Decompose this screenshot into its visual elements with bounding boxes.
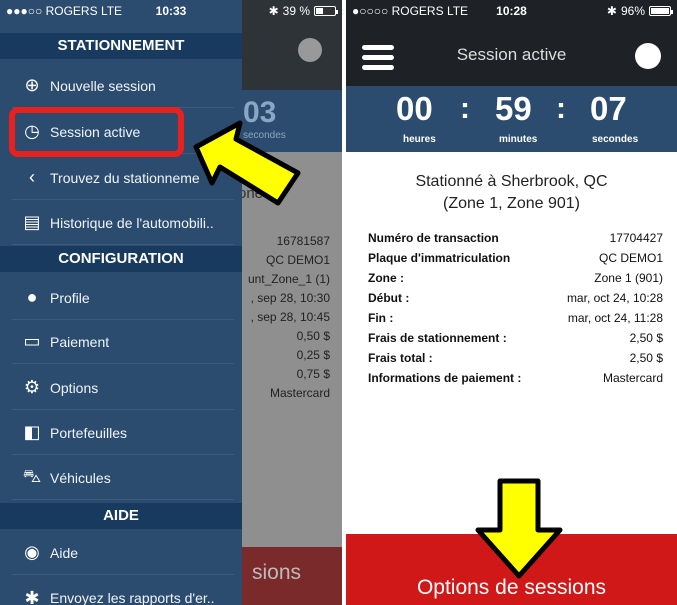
value-line: 0,25 $ [296,348,330,362]
detail-key: Plaque d'immatriculation [368,251,511,265]
yellow-arrow-icon [193,120,301,206]
bluetooth-icon: ✱ [268,4,279,18]
section-stationnement: STATIONNEMENT [0,33,242,59]
seconds-label: secondes [592,134,639,145]
gears-icon: ⚙ [23,377,41,397]
left-screen: 03 secondes one 1) 16781587 QC DEMO1 unt… [0,0,342,605]
detail-value: mar, oct 24, 11:28 [567,311,663,325]
detail-row: Début : mar, oct 24, 10:28 [368,291,663,311]
status-bar: ●○○○○ ROGERS LTE 10:28 ✱ 96% [346,0,677,22]
detail-value: 2,50 $ [629,331,663,345]
timer-minutes: 59 [495,90,532,127]
wallet-icon: ◧ [23,422,41,442]
detail-key: Informations de paiement : [368,371,522,385]
location-arrow-icon: ‹ [29,167,35,187]
value-line: 0,75 $ [296,367,330,381]
receipt-icon: ▤ [23,212,41,232]
value-line: , sep 28, 10:30 [250,291,330,305]
yellow-down-arrow-icon [475,478,563,579]
bluetooth-icon: ✱ [606,4,617,18]
detail-key: Zone : [368,271,404,285]
battery-icon [314,6,338,16]
highlight-box [9,107,184,157]
status-bar: ●●●○○ ROGERS LTE 10:33 ✱ 39 % [0,0,342,22]
lifebuoy-icon: ◉ [24,542,40,562]
value-line: 16781587 [276,234,330,248]
menu-item-portefeuilles[interactable]: ◧ Portefeuilles [12,411,234,455]
timer-seconds: 07 [590,90,627,127]
section-aide: AIDE [0,503,242,529]
detail-row: Numéro de transaction 17704427 [368,231,663,251]
detail-value: mar, oct 24, 10:28 [566,291,663,305]
section-configuration: CONFIGURATION [0,246,242,272]
location-zones: (Zone 1, Zone 901) [443,195,580,212]
value-line: QC DEMO1 [265,253,330,267]
menu-item-label: Options [50,379,99,396]
value-line: unt_Zone_1 (1) [247,272,330,286]
detail-key: Fin : [368,311,394,325]
profile-icon: ● [26,287,38,307]
menu-item-label: Véhicules [50,469,111,486]
detail-key: Frais de stationnement : [368,331,507,345]
detail-value: QC DEMO1 [598,251,663,265]
battery-percent: 39 % [282,4,310,18]
menu-item-label: Envoyez les rapports d'er.. [50,590,215,605]
detail-value: 2,50 $ [629,351,663,365]
detail-value: Zone 1 (901) [594,271,663,285]
credit-card-icon: ▭ [23,331,41,351]
battery-percent: 96% [620,4,645,18]
timer-hours: 00 [396,90,433,127]
detail-row: Frais de stationnement : 2,50 $ [368,331,663,351]
help-icon[interactable] [635,43,661,69]
location-city: Stationné à Sherbrook, QC [415,173,608,190]
detail-row: Fin : mar, oct 24, 11:28 [368,311,663,331]
nav-drawer: STATIONNEMENT ⊕ Nouvelle session ◷ Sessi… [0,0,242,605]
car-icon: ⛍ [22,465,42,486]
menu-item-label: Portefeuilles [50,424,128,441]
menu-item-paiement[interactable]: ▭ Paiement [12,320,234,364]
help-icon [298,38,322,62]
background-values: 16781587 QC DEMO1 unt_Zone_1 (1) , sep 2… [248,232,330,403]
menu-item-profile[interactable]: ● Profile [12,276,234,320]
menu-item-label: Trouvez du stationneme [50,169,200,186]
minutes-label: minutes [499,134,538,145]
menu-item-aide[interactable]: ◉ Aide [12,531,234,575]
detail-row: Frais total : 2,50 $ [368,351,663,371]
detail-key: Début : [368,291,410,305]
menu-item-label: Nouvelle session [50,77,156,94]
footer-text: sions [252,561,302,584]
right-screen: Session active ●○○○○ ROGERS LTE 10:28 ✱ … [346,0,677,605]
menu-item-nouvelle-session[interactable]: ⊕ Nouvelle session [12,64,234,108]
menu-item-label: Paiement [50,333,110,350]
hours-label: heures [403,134,436,145]
detail-key: Numéro de transaction [368,231,499,245]
value-line: , sep 28, 10:45 [250,310,330,324]
detail-key: Frais total : [368,351,433,365]
parking-plus-icon: ⊕ [24,75,40,95]
menu-item-rapports[interactable]: ✱ Envoyez les rapports d'er.. [12,576,234,605]
page-title: Session active [456,45,567,64]
detail-row: Zone : Zone 1 (901) [368,271,663,291]
session-timer: 00 : 59 : 07 heures minutes secondes [346,86,677,152]
detail-value: Mastercard [602,371,663,385]
menu-item-vehicules[interactable]: ⛍ Véhicules [12,456,234,500]
value-line: Mastercard [269,386,330,400]
menu-item-label: Profile [50,289,90,306]
bug-icon: ✱ [24,587,40,605]
detail-row: Plaque d'immatriculation QC DEMO1 [368,251,663,271]
location-text: Stationné à Sherbrook, QC (Zone 1, Zone … [346,171,677,215]
value-line: 0,50 $ [296,329,330,343]
session-details: Numéro de transaction 17704427 Plaque d'i… [368,231,663,391]
battery-icon [649,6,673,16]
timer-separator: : [460,92,470,125]
timer-separator: : [556,92,566,125]
menu-item-options[interactable]: ⚙ Options [12,366,234,410]
detail-row: Informations de paiement : Mastercard [368,371,663,391]
menu-item-label: Historique de l'automobili.. [50,214,214,231]
detail-value: 17704427 [609,231,663,245]
menu-item-label: Aide [50,544,79,561]
